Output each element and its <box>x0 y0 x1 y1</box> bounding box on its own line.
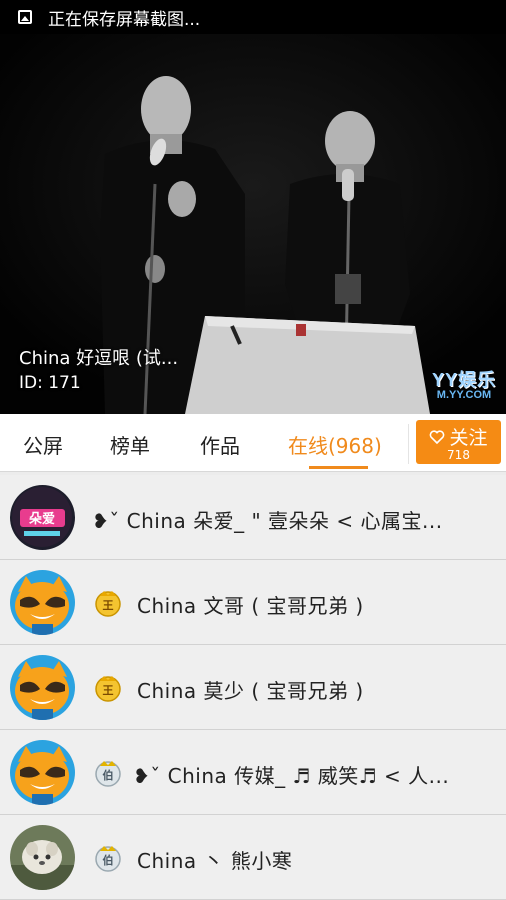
list-item[interactable]: 朵爱 ❥ˇ China 朵爱_ " 壹朵朵 < 心属宝... <box>0 475 506 560</box>
tab-works[interactable]: 作品 <box>200 430 240 459</box>
svg-text:朵爱: 朵爱 <box>29 511 55 527</box>
avatar: 朵爱 <box>10 485 75 550</box>
watermark-url: M.YY.COM <box>436 389 492 401</box>
channel-id: ID: 171 <box>19 373 81 393</box>
king-badge-icon: 王 <box>95 676 121 702</box>
svg-text:王: 王 <box>103 599 114 612</box>
video-player[interactable]: China 好逗哏 (试... ID: 171 YY娱乐 M.YY.COM <box>0 34 506 414</box>
user-name: China 文哥 ( 宝哥兄弟 ) <box>137 594 364 618</box>
status-text: 正在保存屏幕截图... <box>48 9 201 30</box>
tab-ranking[interactable]: 榜单 <box>110 430 150 459</box>
list-item[interactable]: 王 China 莫少 ( 宝哥兄弟 ) <box>0 645 506 730</box>
yy-raccoon-avatar <box>10 655 75 720</box>
photo-avatar <box>10 825 75 890</box>
online-user-list: 朵爱 ❥ˇ China 朵爱_ " 壹朵朵 < 心属宝... 王 China 文… <box>0 475 506 900</box>
svg-text:伯: 伯 <box>103 768 114 782</box>
status-bar: 正在保存屏幕截图... <box>0 0 506 34</box>
tab-online[interactable]: 在线(968) <box>288 430 382 459</box>
active-tab-indicator <box>309 466 368 469</box>
heart-icon <box>430 429 445 444</box>
user-name: China 莫少 ( 宝哥兄弟 ) <box>137 679 364 703</box>
list-item[interactable]: 王 China 文哥 ( 宝哥兄弟 ) <box>0 560 506 645</box>
tab-public-screen[interactable]: 公屏 <box>23 430 63 459</box>
yy-raccoon-avatar <box>10 570 75 635</box>
svg-text:王: 王 <box>103 684 114 697</box>
list-item[interactable]: 伯 China 丶 熊小寒 <box>0 815 506 900</box>
video-title: China 好逗哏 (试... <box>19 348 179 369</box>
svg-text:伯: 伯 <box>103 853 114 867</box>
earl-badge-icon: 伯 <box>95 846 121 872</box>
watermark-yy: YY <box>431 370 458 390</box>
earl-badge-icon: 伯 <box>95 761 121 787</box>
user-name: ❥ˇ China 传媒_ ♬ 威笑♬ < 人... <box>133 764 450 788</box>
watermark-cn: 娱乐 <box>458 370 496 390</box>
yy-watermark-logo: YY娱乐 M.YY.COM <box>432 366 496 401</box>
follow-button[interactable]: 关注 718 <box>416 420 501 464</box>
king-badge-icon: 王 <box>95 591 121 617</box>
follower-count: 718 <box>447 448 470 462</box>
yy-raccoon-avatar <box>10 740 75 805</box>
divider <box>408 424 409 464</box>
tab-bar: 公屏 榜单 作品 在线(968) 关注 718 <box>0 414 506 472</box>
follow-label: 关注 <box>449 427 488 449</box>
image-icon <box>18 10 32 24</box>
user-name: ❥ˇ China 朵爱_ " 壹朵朵 < 心属宝... <box>92 509 443 533</box>
list-item[interactable]: 伯 ❥ˇ China 传媒_ ♬ 威笑♬ < 人... <box>0 730 506 815</box>
user-name: China 丶 熊小寒 <box>137 849 293 873</box>
